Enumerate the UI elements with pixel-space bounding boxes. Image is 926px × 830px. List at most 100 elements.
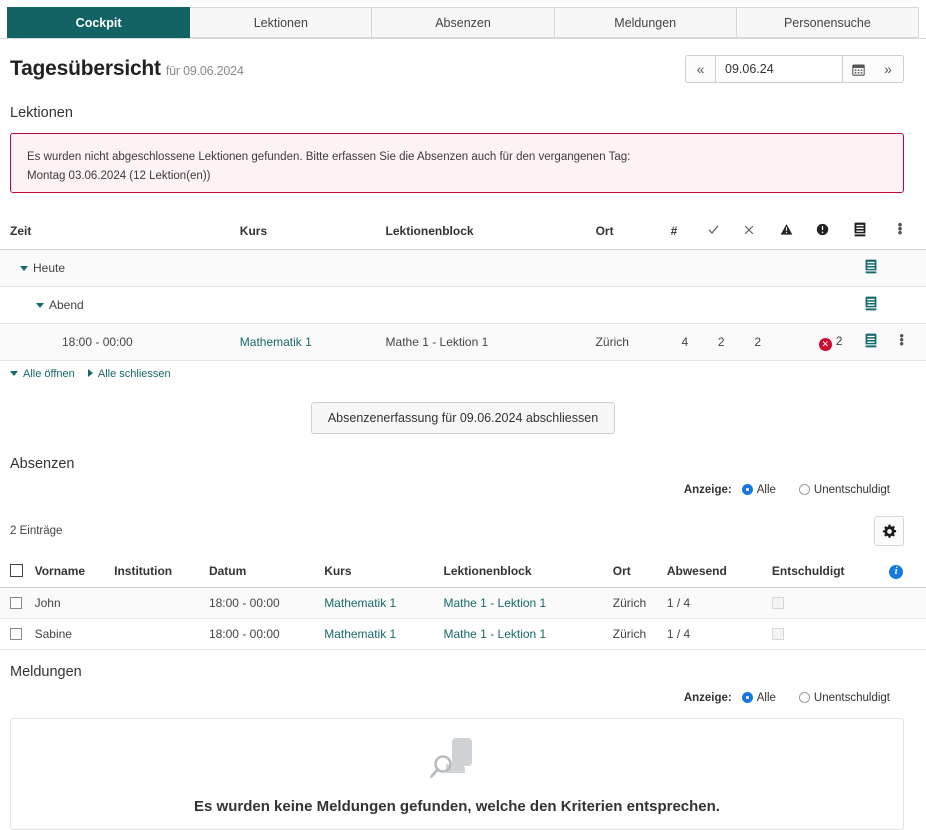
calendar-icon[interactable] bbox=[842, 55, 873, 83]
group-label-cell[interactable]: Heute bbox=[0, 249, 236, 287]
absence-kurs-link[interactable]: Mathematik 1 bbox=[324, 596, 396, 610]
col-kurs[interactable]: Kurs bbox=[320, 557, 440, 588]
col-info[interactable] bbox=[812, 215, 849, 250]
lesson-present-cell: 2 bbox=[703, 323, 740, 361]
book-icon bbox=[854, 222, 866, 237]
row-checkbox[interactable] bbox=[10, 597, 22, 609]
radio-selected-icon[interactable] bbox=[741, 692, 753, 703]
absences-table-body: John 18:00 - 00:00 Mathematik 1 Mathe 1 … bbox=[0, 587, 926, 650]
col-abwesend[interactable]: Abwesend bbox=[662, 557, 768, 588]
meldungen-filter-alle[interactable]: Alle bbox=[741, 692, 776, 704]
tab-absenzen[interactable]: Absenzen bbox=[372, 7, 555, 38]
absence-block-link[interactable]: Mathe 1 - Lektion 1 bbox=[444, 627, 547, 641]
absence-institution bbox=[110, 618, 205, 650]
col-present-check[interactable] bbox=[703, 215, 740, 250]
col-info[interactable]: i bbox=[885, 557, 926, 588]
absence-datum: 18:00 - 00:00 bbox=[204, 587, 321, 619]
absenzen-filter-alle[interactable]: Alle bbox=[741, 484, 776, 496]
calendar-glyph bbox=[851, 64, 865, 76]
radio-unselected-icon[interactable] bbox=[798, 484, 810, 495]
page-title: Tagesübersicht für 09.06.2024 bbox=[10, 57, 244, 81]
book-icon[interactable] bbox=[864, 296, 878, 311]
group-info-cell bbox=[812, 249, 849, 287]
row-select-cell[interactable] bbox=[0, 618, 31, 650]
group-label-cell[interactable]: Abend bbox=[0, 286, 236, 324]
col-ort[interactable]: Ort bbox=[591, 215, 667, 250]
date-input[interactable] bbox=[716, 55, 842, 83]
table-settings-button[interactable] bbox=[874, 516, 904, 546]
radio-unselected-icon[interactable] bbox=[798, 692, 810, 703]
book-icon[interactable] bbox=[864, 333, 878, 348]
meldungen-filter-unentschuldigt[interactable]: Unentschuldigt bbox=[798, 692, 890, 704]
meldungen-empty-state: Es wurden keine Meldungen gefunden, welc… bbox=[10, 718, 904, 830]
absenzen-heading: Absenzen bbox=[10, 456, 75, 472]
group-block-cell bbox=[381, 286, 592, 324]
absence-vorname: Sabine bbox=[30, 618, 111, 650]
col-warning[interactable] bbox=[775, 215, 813, 250]
collapse-all-link[interactable]: Alle schliessen bbox=[87, 368, 171, 380]
tab-cockpit[interactable]: Cockpit bbox=[7, 7, 191, 38]
lesson-count-cell: 4 bbox=[666, 323, 704, 361]
error-badge-icon: ✕ bbox=[818, 337, 832, 351]
kebab-menu-icon[interactable]: • • • bbox=[898, 218, 903, 239]
absenzen-filter-label: Anzeige: bbox=[683, 484, 732, 496]
finish-absence-entry-button[interactable]: Absenzenerfassung für 09.06.2024 abschli… bbox=[310, 402, 616, 434]
row-select-cell[interactable] bbox=[0, 587, 31, 619]
col-institution[interactable]: Institution bbox=[110, 557, 205, 588]
row-checkbox[interactable] bbox=[10, 628, 22, 640]
kebab-menu-icon[interactable]: • • • bbox=[899, 329, 904, 350]
absence-kurs-link[interactable]: Mathematik 1 bbox=[324, 627, 396, 641]
page-title-subtitle: für 09.06.2024 bbox=[165, 64, 244, 78]
expand-collapse-links: Alle öffnen Alle schliessen bbox=[10, 368, 926, 380]
col-zeit[interactable]: Zeit bbox=[0, 215, 236, 250]
col-count-hash[interactable]: # bbox=[666, 215, 704, 250]
lesson-info-cell[interactable]: ✕ 2 bbox=[812, 323, 849, 361]
book-icon[interactable] bbox=[864, 259, 878, 274]
lesson-group-row-heute[interactable]: Heute bbox=[0, 249, 926, 287]
tab-meldungen[interactable]: Meldungen bbox=[554, 7, 737, 38]
lesson-journal-cell[interactable] bbox=[848, 323, 894, 361]
group-kurs-cell bbox=[235, 286, 382, 324]
tab-lektionen[interactable]: Lektionen bbox=[190, 7, 373, 38]
group-journal-cell[interactable] bbox=[848, 249, 894, 287]
gear-icon bbox=[882, 524, 896, 538]
col-select-all[interactable] bbox=[0, 557, 31, 588]
col-entschuldigt[interactable]: Entschuldigt bbox=[767, 557, 886, 588]
expand-all-link[interactable]: Alle öffnen bbox=[10, 368, 75, 380]
alert-line-2: Montag 03.06.2024 (12 Lektion(en)) bbox=[27, 170, 211, 182]
info-icon[interactable]: i bbox=[889, 565, 904, 579]
chevron-down-icon[interactable] bbox=[36, 303, 44, 308]
lessons-table-head: Zeit Kurs Lektionenblock Ort # • • • bbox=[0, 215, 926, 250]
col-journal[interactable] bbox=[848, 215, 894, 250]
col-row-menu[interactable]: • • • bbox=[893, 215, 926, 250]
table-row[interactable]: Sabine 18:00 - 00:00 Mathematik 1 Mathe … bbox=[0, 618, 926, 650]
absenzen-filter-unentschuldigt[interactable]: Unentschuldigt bbox=[798, 484, 890, 496]
lesson-kurs-link[interactable]: Mathematik 1 bbox=[240, 335, 312, 349]
absence-block-link[interactable]: Mathe 1 - Lektion 1 bbox=[444, 596, 547, 610]
col-kurs[interactable]: Kurs bbox=[235, 215, 382, 250]
search-document-icon bbox=[430, 737, 472, 778]
lesson-kurs-cell: Mathematik 1 bbox=[235, 323, 382, 361]
lesson-menu-cell[interactable]: • • • bbox=[893, 323, 926, 361]
col-absent-cross[interactable] bbox=[739, 215, 776, 250]
next-day-button[interactable]: » bbox=[873, 55, 904, 83]
previous-day-button[interactable]: « bbox=[685, 55, 716, 83]
group-info-cell bbox=[812, 286, 849, 324]
group-journal-cell[interactable] bbox=[848, 286, 894, 324]
chevron-down-icon[interactable] bbox=[20, 266, 28, 271]
absence-entschuldigt-cell bbox=[767, 618, 886, 650]
col-datum[interactable]: Datum bbox=[204, 557, 321, 588]
col-lektionenblock[interactable]: Lektionenblock bbox=[439, 557, 609, 588]
expand-all-label: Alle öffnen bbox=[23, 368, 75, 380]
col-ort[interactable]: Ort bbox=[608, 557, 663, 588]
lesson-group-row-abend[interactable]: Abend bbox=[0, 286, 926, 324]
col-vorname[interactable]: Vorname bbox=[30, 557, 111, 588]
tab-personensuche[interactable]: Personensuche bbox=[736, 7, 920, 38]
select-all-checkbox[interactable] bbox=[10, 564, 23, 577]
table-row[interactable]: John 18:00 - 00:00 Mathematik 1 Mathe 1 … bbox=[0, 587, 926, 619]
absence-kurs-cell: Mathematik 1 bbox=[320, 587, 440, 619]
absences-table: Vorname Institution Datum Kurs Lektionen… bbox=[0, 557, 926, 650]
table-row[interactable]: 18:00 - 00:00 Mathematik 1 Mathe 1 - Lek… bbox=[0, 323, 926, 361]
col-lektionenblock[interactable]: Lektionenblock bbox=[381, 215, 592, 250]
radio-selected-icon[interactable] bbox=[741, 484, 753, 495]
